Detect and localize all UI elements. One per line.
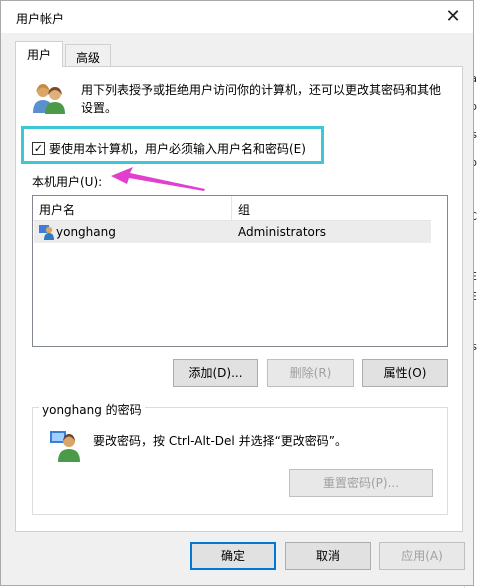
user-password-icon — [50, 431, 80, 462]
user-group-cell: Administrators — [238, 225, 327, 239]
title-bar: 用户帐户 ✕ — [1, 1, 473, 33]
tab-advanced[interactable]: 高级 — [65, 44, 111, 67]
intro-text: 用下列表授予或拒绝用户访问你的计算机，还可以更改其密码和其他设置。 — [81, 83, 442, 115]
password-group-box — [32, 407, 448, 515]
require-login-label: 要使用本计算机，用户必须输入用户名和密码(E) — [49, 142, 306, 156]
column-separator — [231, 196, 232, 220]
change-password-hint: 要改密码，按 Ctrl-Alt-Del 并选择“更改密码”。 — [93, 434, 348, 448]
cancel-button[interactable]: 取消 — [285, 542, 371, 570]
users-icon — [33, 84, 65, 114]
add-user-button[interactable]: 添加(D)... — [173, 359, 258, 387]
table-row[interactable]: yonghang Administrators — [34, 221, 431, 243]
column-header-group[interactable]: 组 — [238, 201, 250, 218]
properties-button[interactable]: 属性(O) — [362, 359, 448, 387]
ok-button[interactable]: 确定 — [190, 542, 276, 570]
annotation-arrow — [111, 167, 205, 191]
local-users-list[interactable]: 用户名 组 yonghang Administrators — [32, 195, 448, 347]
user-accounts-dialog: 用户帐户 ✕ 用户 高级 用下列表授予或拒绝用户访问你的计算机，还可以更改其密码… — [0, 0, 474, 586]
close-button[interactable]: ✕ — [439, 5, 467, 29]
user-name-cell: yonghang — [56, 225, 116, 239]
column-header-username[interactable]: 用户名 — [39, 201, 75, 218]
list-header: 用户名 组 — [33, 196, 431, 221]
apply-button[interactable]: 应用(A) — [379, 542, 465, 570]
password-group-title: yonghang 的密码 — [39, 401, 145, 418]
require-login-checkbox[interactable]: ✓ — [32, 142, 45, 155]
reset-password-button[interactable]: 重置密码(P)... — [289, 469, 433, 497]
close-icon: ✕ — [445, 6, 461, 27]
tab-users[interactable]: 用户 — [15, 41, 63, 67]
remove-user-button[interactable]: 删除(R) — [267, 359, 354, 387]
dialog-title: 用户帐户 — [16, 12, 65, 26]
local-users-label: 本机用户(U): — [32, 175, 103, 189]
user-icon — [39, 225, 54, 240]
